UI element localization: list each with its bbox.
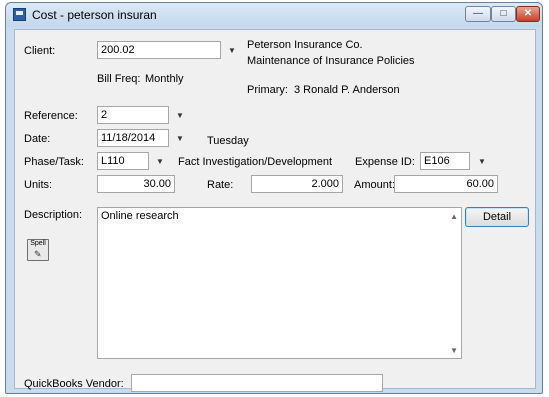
minimize-button[interactable]: — xyxy=(465,6,491,22)
title-bar[interactable]: Cost - peterson insuran — □ ✕ xyxy=(6,3,542,27)
description-label: Description: xyxy=(24,209,83,221)
bill-freq-label: Bill Freq: xyxy=(97,73,141,85)
quickbooks-vendor-label: QuickBooks Vendor: xyxy=(24,378,124,390)
phase-task-dropdown-icon[interactable]: ▼ xyxy=(155,157,165,167)
spell-check-button[interactable]: Spell ✎ xyxy=(27,239,49,261)
spell-label: Spell xyxy=(30,240,46,247)
expense-id-label: Expense ID: xyxy=(355,156,415,168)
scroll-up-icon[interactable]: ▲ xyxy=(450,212,458,221)
cost-window: Cost - peterson insuran — □ ✕ Client: 20… xyxy=(5,2,543,394)
maximize-icon: □ xyxy=(500,8,507,19)
amount-input[interactable]: 60.00 xyxy=(394,175,498,193)
minimize-icon: — xyxy=(473,8,483,19)
form-panel: Client: 200.02 ▼ Peterson Insurance Co. … xyxy=(14,29,536,392)
expense-id-input[interactable]: E106 xyxy=(420,152,470,170)
rate-input[interactable]: 2.000 xyxy=(251,175,343,193)
primary-value: 3 Ronald P. Anderson xyxy=(294,84,400,96)
reference-input[interactable]: 2 xyxy=(97,106,169,124)
client-label: Client: xyxy=(24,45,56,57)
client-input[interactable]: 200.02 xyxy=(97,41,221,59)
client-name: Peterson Insurance Co. xyxy=(247,39,363,51)
date-label: Date: xyxy=(24,133,51,145)
client-dropdown-icon[interactable]: ▼ xyxy=(227,46,237,56)
client-matter: Maintenance of Insurance Policies xyxy=(247,55,415,67)
date-day: Tuesday xyxy=(207,135,249,147)
scroll-down-icon[interactable]: ▼ xyxy=(450,346,458,355)
expense-id-dropdown-icon[interactable]: ▼ xyxy=(477,157,487,167)
pencil-icon: ✎ xyxy=(34,249,42,259)
app-icon xyxy=(13,8,26,21)
description-text: Online research xyxy=(101,210,179,222)
phase-task-label: Phase/Task: xyxy=(24,156,84,168)
phase-task-input[interactable]: L110 xyxy=(97,152,149,170)
detail-button[interactable]: Detail xyxy=(465,207,529,227)
maximize-button[interactable]: □ xyxy=(491,6,516,22)
bill-freq-value: Monthly xyxy=(145,73,184,85)
amount-label: Amount: xyxy=(354,179,395,191)
rate-label: Rate: xyxy=(207,179,234,191)
units-input[interactable]: 30.00 xyxy=(97,175,175,193)
reference-label: Reference: xyxy=(24,110,78,122)
window-title: Cost - peterson insuran xyxy=(32,8,157,22)
date-dropdown-icon[interactable]: ▼ xyxy=(175,134,185,144)
close-icon: ✕ xyxy=(523,8,533,19)
description-textarea[interactable]: Online research ▲ ▼ xyxy=(97,207,462,359)
phase-task-description: Fact Investigation/Development xyxy=(178,156,333,168)
close-button[interactable]: ✕ xyxy=(516,6,540,22)
reference-dropdown-icon[interactable]: ▼ xyxy=(175,111,185,121)
date-input[interactable]: 11/18/2014 xyxy=(97,129,169,147)
primary-label: Primary: xyxy=(247,84,288,96)
quickbooks-vendor-input[interactable] xyxy=(131,374,383,392)
units-label: Units: xyxy=(24,179,53,191)
